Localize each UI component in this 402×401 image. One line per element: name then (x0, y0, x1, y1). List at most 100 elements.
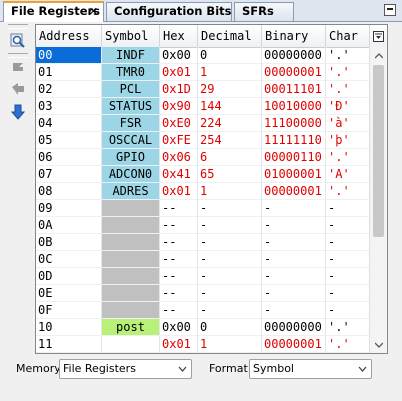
decimal-cell[interactable]: 224 (198, 115, 262, 132)
binary-cell[interactable]: 00000001 (262, 336, 326, 353)
decimal-cell[interactable]: 0 (198, 47, 262, 64)
decimal-cell[interactable]: - (198, 268, 262, 285)
char-cell[interactable]: 'A' (326, 166, 370, 183)
table-row[interactable]: 0F -- - - - (36, 302, 370, 319)
tab-sfrs[interactable]: SFRs (234, 2, 294, 21)
symbol-cell[interactable] (102, 302, 160, 319)
char-cell[interactable]: - (326, 217, 370, 234)
decimal-cell[interactable]: - (198, 302, 262, 319)
char-cell[interactable]: - (326, 302, 370, 319)
char-cell[interactable]: '.' (326, 149, 370, 166)
decimal-cell[interactable]: 1 (198, 64, 262, 81)
symbol-cell[interactable]: OSCCAL (102, 132, 160, 149)
tab-configuration-bits[interactable]: Configuration Bits (106, 2, 232, 21)
tab-file-registers[interactable]: File Registers ✕ (3, 1, 104, 22)
address-cell[interactable]: 01 (36, 64, 102, 81)
decimal-cell[interactable]: 144 (198, 98, 262, 115)
scroll-down-icon[interactable] (370, 336, 387, 353)
address-cell[interactable]: 09 (36, 200, 102, 217)
char-cell[interactable]: '.' (326, 183, 370, 200)
column-header-hex[interactable]: Hex (160, 25, 198, 47)
address-cell[interactable]: 02 (36, 81, 102, 98)
scrollbar-thumb[interactable] (373, 65, 384, 237)
symbol-cell[interactable]: FSR (102, 115, 160, 132)
decimal-cell[interactable]: - (198, 200, 262, 217)
table-row[interactable]: 0B -- - - - (36, 234, 370, 251)
address-cell[interactable]: 07 (36, 166, 102, 183)
char-cell[interactable]: '.' (326, 319, 370, 336)
symbol-cell[interactable] (102, 234, 160, 251)
hex-cell[interactable]: -- (160, 302, 198, 319)
table-row[interactable]: 06 GPIO 0x06 6 00000110 '.' (36, 149, 370, 166)
table-row[interactable]: 05 OSCCAL 0xFE 254 11111110'þ' (36, 132, 370, 149)
symbol-cell[interactable]: TMR0 (102, 64, 160, 81)
char-cell[interactable]: '.' (326, 47, 370, 64)
char-cell[interactable]: '.' (326, 336, 370, 353)
binary-cell[interactable]: 00000001 (262, 64, 326, 81)
address-cell[interactable]: 0E (36, 285, 102, 302)
char-cell[interactable]: - (326, 251, 370, 268)
decimal-cell[interactable]: 65 (198, 166, 262, 183)
address-cell[interactable]: 03 (36, 98, 102, 115)
char-cell[interactable]: - (326, 268, 370, 285)
hex-cell[interactable]: -- (160, 234, 198, 251)
binary-cell[interactable]: 00000110 (262, 149, 326, 166)
address-cell[interactable]: 0C (36, 251, 102, 268)
hex-cell[interactable]: 0x01 (160, 336, 198, 353)
decimal-cell[interactable]: 6 (198, 149, 262, 166)
decimal-cell[interactable]: - (198, 251, 262, 268)
hex-cell[interactable]: -- (160, 285, 198, 302)
hex-cell[interactable]: -- (160, 268, 198, 285)
column-chooser-icon[interactable] (369, 25, 387, 47)
symbol-cell[interactable] (102, 268, 160, 285)
address-cell[interactable]: 0D (36, 268, 102, 285)
arrow-left-gray-icon[interactable] (8, 80, 28, 98)
address-cell[interactable]: 11 (36, 336, 102, 353)
char-cell[interactable]: - (326, 285, 370, 302)
char-cell[interactable]: - (326, 200, 370, 217)
memory-select[interactable]: File Registers (59, 359, 192, 379)
symbol-cell[interactable] (102, 336, 160, 353)
char-cell[interactable]: 'Đ' (326, 98, 370, 115)
hex-cell[interactable]: 0x41 (160, 166, 198, 183)
table-row[interactable]: 11 0x01 1 00000001 '.' (36, 336, 370, 353)
binary-cell[interactable]: - (262, 200, 326, 217)
table-row[interactable]: 04 FSR 0xE0 224 11100000'à' (36, 115, 370, 132)
symbol-cell[interactable]: INDF (102, 47, 160, 64)
arrow-right-gray-icon[interactable] (8, 57, 28, 75)
close-icon[interactable]: ✕ (89, 3, 98, 20)
table-row[interactable]: 08 ADRES 0x01 1 00000001 '.' (36, 183, 370, 200)
binary-cell[interactable]: - (262, 268, 326, 285)
symbol-cell[interactable] (102, 285, 160, 302)
decimal-cell[interactable]: - (198, 234, 262, 251)
minimize-icon[interactable] (384, 4, 396, 16)
binary-cell[interactable]: 11111110 (262, 132, 326, 149)
decimal-cell[interactable]: 1 (198, 336, 262, 353)
decimal-cell[interactable]: 0 (198, 319, 262, 336)
binary-cell[interactable]: 00011101 (262, 81, 326, 98)
table-row[interactable]: 02 PCL 0x1D 29 00011101 '.' (36, 81, 370, 98)
decimal-cell[interactable]: 254 (198, 132, 262, 149)
char-cell[interactable]: - (326, 234, 370, 251)
symbol-cell[interactable]: ADRES (102, 183, 160, 200)
arrow-down-blue-icon[interactable] (8, 103, 28, 121)
binary-cell[interactable]: 00000000 (262, 47, 326, 64)
address-cell[interactable]: 10 (36, 319, 102, 336)
symbol-cell[interactable] (102, 200, 160, 217)
symbol-cell[interactable]: PCL (102, 81, 160, 98)
symbol-cell[interactable]: GPIO (102, 149, 160, 166)
address-cell[interactable]: 04 (36, 115, 102, 132)
format-select[interactable]: Symbol (249, 359, 372, 379)
decimal-cell[interactable]: 29 (198, 81, 262, 98)
column-header-decimal[interactable]: Decimal (198, 25, 262, 47)
column-header-char[interactable]: Char (326, 25, 370, 47)
binary-cell[interactable]: - (262, 251, 326, 268)
decimal-cell[interactable]: 1 (198, 183, 262, 200)
symbol-cell[interactable]: post (102, 319, 160, 336)
address-cell[interactable]: 0A (36, 217, 102, 234)
table-row[interactable]: 09 -- - - - (36, 200, 370, 217)
hex-cell[interactable]: -- (160, 251, 198, 268)
binary-cell[interactable]: 10010000 (262, 98, 326, 115)
table-row[interactable]: 10 post 0x00 0 00000000 '.' (36, 319, 370, 336)
address-cell[interactable]: 08 (36, 183, 102, 200)
